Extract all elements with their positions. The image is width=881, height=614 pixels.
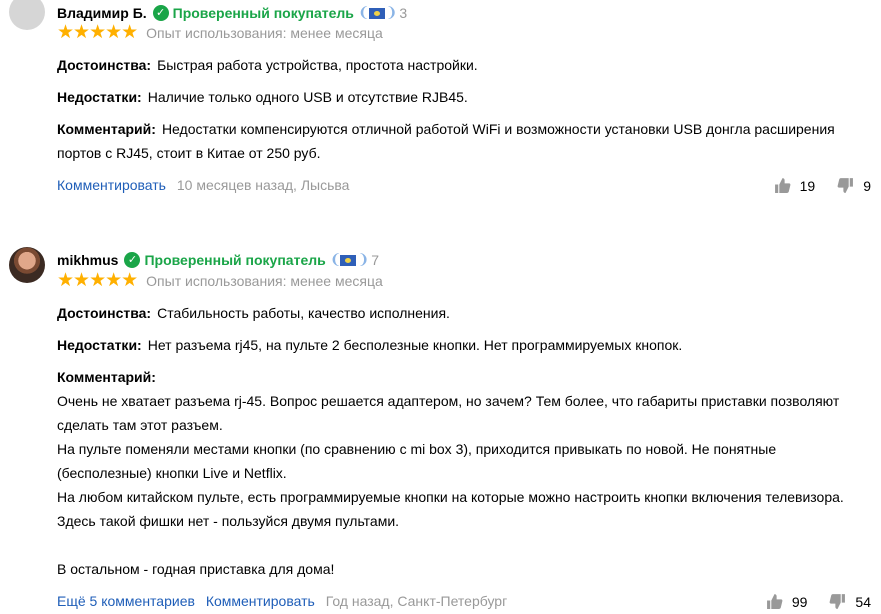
usage-experience: Опыт использования: менее месяца (146, 25, 383, 41)
review-meta: Год назад, Санкт-Петербург (325, 593, 508, 609)
rating-stars-icon: ★★★★★ (57, 270, 138, 291)
dislikes-count: 54 (855, 593, 871, 610)
dislikes-count: 9 (863, 177, 871, 194)
votes: 99 54 (766, 593, 871, 610)
pros-row: Достоинства: Быстрая работа устройства, п… (57, 57, 478, 73)
comment-line: (бесполезные) кнопки Live и Netflix. (57, 465, 287, 481)
comment-block: Комментарий: Недостатки компенсируются от… (57, 117, 835, 165)
comment-label: Комментарий: (57, 369, 156, 385)
flag-icon (368, 7, 385, 19)
verified-check-icon: ✓ (124, 251, 141, 268)
comment-text: портов с RJ45, стоит в Китае от 250 руб. (57, 145, 321, 161)
comment-button[interactable]: Комментировать (57, 177, 166, 193)
votes: 19 9 (774, 177, 871, 194)
cons-row: Недостатки: Наличие только одного USB и о… (57, 89, 468, 105)
review-header: Владимир Б. ✓ Проверенный покупатель ❨ ❩ … (57, 4, 407, 21)
author-name[interactable]: mikhmus (57, 252, 118, 268)
pros-text: Быстрая работа устройства, простота наст… (157, 57, 478, 73)
cons-label: Недостатки: (57, 337, 142, 353)
cons-row: Недостатки: Нет разъема rj45, на пульте 2… (57, 337, 682, 353)
thumb-up-icon[interactable] (774, 177, 791, 194)
user-level: 7 (371, 251, 379, 268)
verified-buyer-label: Проверенный покупатель (144, 251, 326, 268)
rating-stars-icon: ★★★★★ (57, 22, 138, 43)
pros-label: Достоинства: (57, 305, 152, 321)
flag-icon (340, 254, 357, 266)
avatar[interactable] (9, 0, 45, 30)
pros-row: Достоинства: Стабильность работы, качеств… (57, 305, 450, 321)
more-comments-link[interactable]: Ещё 5 комментариев (57, 593, 195, 609)
verified-buyer-label: Проверенный покупатель (172, 4, 354, 21)
review-header: mikhmus ✓ Проверенный покупатель ❨ ❩ 7 (57, 251, 379, 268)
comment-line (57, 533, 844, 557)
cons-text: Наличие только одного USB и отсутствие R… (147, 89, 468, 105)
pros-label: Достоинства: (57, 57, 152, 73)
rating-row: ★★★★★ Опыт использования: менее месяца (57, 22, 383, 43)
comment-button[interactable]: Комментировать (206, 593, 315, 609)
comment-block: Комментарий: Очень не хватает разъема rj… (57, 365, 844, 581)
verified-check-icon: ✓ (152, 4, 169, 21)
comment-line: На любом китайском пульте, есть программ… (57, 489, 844, 505)
pros-text: Стабильность работы, качество исполнения… (157, 305, 450, 321)
likes-count: 19 (799, 177, 816, 194)
user-level: 3 (399, 4, 408, 21)
laurel-badge-icon: ❨ ❩ (357, 4, 397, 20)
laurel-badge-icon: ❨ ❩ (329, 251, 369, 267)
thumb-down-icon[interactable] (837, 177, 854, 194)
review-meta: 10 месяцев назад, Лысьва (176, 177, 350, 193)
review-footer: Ещё 5 комментариев Комментировать Год на… (57, 593, 871, 610)
comment-line: Здесь такой фишки нет - пользуйся двумя … (57, 513, 400, 529)
review-footer: Комментировать 10 месяцев назад, Лысьва … (57, 177, 871, 194)
comment-line: В остальном - годная приставка для дома! (57, 561, 335, 577)
thumb-up-icon[interactable] (766, 593, 783, 610)
thumb-down-icon[interactable] (829, 593, 846, 610)
cons-label: Недостатки: (57, 89, 142, 105)
author-name[interactable]: Владимир Б. (57, 5, 147, 21)
rating-row: ★★★★★ Опыт использования: менее месяца (57, 270, 383, 291)
usage-experience: Опыт использования: менее месяца (146, 273, 383, 289)
avatar[interactable] (9, 247, 45, 283)
comment-line: сделать там этот разъем. (57, 417, 223, 433)
comment-text: Недостатки компенсируются отличной работ… (161, 121, 835, 137)
likes-count: 99 (791, 593, 808, 610)
comment-line: Очень не хватает разъема rj-45. Вопрос р… (57, 393, 840, 409)
comment-line: На пульте поменяли местами кнопки (по ср… (57, 441, 777, 457)
cons-text: Нет разъема rj45, на пульте 2 бесполезны… (147, 337, 683, 353)
comment-label: Комментарий: (57, 121, 156, 137)
